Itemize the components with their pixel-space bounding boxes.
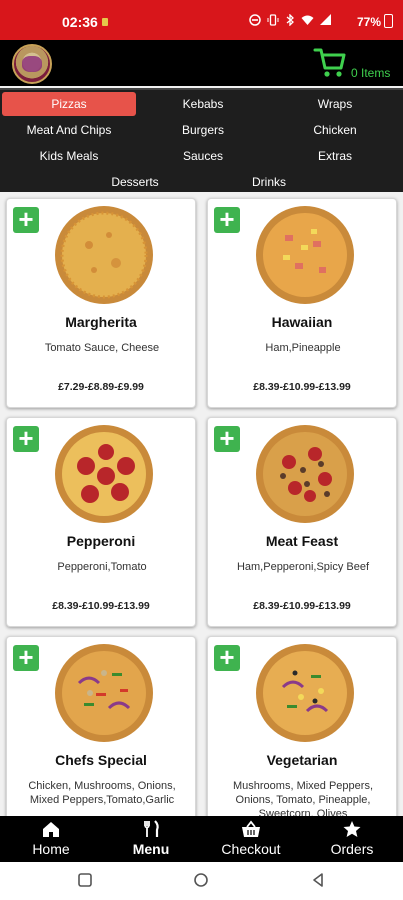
pizza-image-chefs-special xyxy=(55,644,153,742)
pizza-image-margherita xyxy=(55,206,153,304)
back-icon[interactable] xyxy=(310,872,326,888)
product-card-margherita[interactable]: + Margherita Tomato Sauce, Cheese £7.29-… xyxy=(6,198,196,408)
nav-checkout[interactable]: Checkout xyxy=(210,816,292,862)
product-card-vegetarian[interactable]: + Vegetarian Mushrooms, Mixed Peppers, O… xyxy=(207,636,397,816)
nav-menu-label: Menu xyxy=(132,841,170,857)
status-time: 02:36 xyxy=(62,14,98,30)
system-nav-bar xyxy=(0,862,403,900)
add-margherita-button[interactable]: + xyxy=(13,206,39,233)
nav-home-label: Home xyxy=(32,841,70,857)
product-price: £8.39-£10.99-£13.99 xyxy=(52,600,150,612)
product-card-meat-feast[interactable]: + Meat Feast Ham,Pepperoni,Spicy Beef £8… xyxy=(207,417,397,627)
product-card-hawaiian[interactable]: + Hawaiian Ham,Pineapple £8.39-£10.99-£1… xyxy=(207,198,397,408)
product-description: Chicken, Mushrooms, Onions, Mixed Pepper… xyxy=(28,780,176,806)
product-name: Hawaiian xyxy=(271,314,333,330)
battery-icon xyxy=(384,14,393,28)
category-burgers[interactable]: Burgers xyxy=(136,118,270,142)
bottom-nav: Home Menu Checkout Orders xyxy=(0,816,403,862)
product-card-chefs-special[interactable]: + Chefs Special Chicken, Mushrooms, Onio… xyxy=(6,636,196,816)
product-card-pepperoni[interactable]: + Pepperoni Pepperoni,Tomato £8.39-£10.9… xyxy=(6,417,196,627)
category-sauces[interactable]: Sauces xyxy=(136,144,270,168)
product-grid: + Margherita Tomato Sauce, Cheese £7.29-… xyxy=(0,192,403,816)
wifi-icon xyxy=(301,15,314,25)
pizza-image-pepperoni xyxy=(55,425,153,523)
nav-checkout-label: Checkout xyxy=(221,841,281,857)
status-bar: 02:36 77% xyxy=(0,0,403,40)
add-meat-feast-button[interactable]: + xyxy=(214,425,240,452)
star-icon xyxy=(343,821,361,837)
pizza-image-meat-feast xyxy=(256,425,354,523)
product-price: £8.39-£10.99-£13.99 xyxy=(253,600,351,612)
product-description: Ham,Pineapple xyxy=(265,342,341,354)
signal-icon xyxy=(320,14,331,25)
app-header: 0 Items xyxy=(0,40,403,86)
product-description: Mushrooms, Mixed Peppers, Onions, Tomato… xyxy=(233,780,373,816)
battery-percent: 77% xyxy=(356,15,381,29)
category-desserts[interactable]: Desserts xyxy=(68,170,202,194)
category-kebabs[interactable]: Kebabs xyxy=(136,92,270,116)
category-menu: Pizzas Kebabs Wraps Meat And Chips Burge… xyxy=(0,88,403,192)
cart-count[interactable]: 0 Items xyxy=(351,66,390,80)
add-hawaiian-button[interactable]: + xyxy=(214,206,240,233)
cart-icon[interactable] xyxy=(313,44,347,80)
category-pizzas[interactable]: Pizzas xyxy=(2,92,136,116)
status-icons xyxy=(249,14,331,26)
add-chefs-special-button[interactable]: + xyxy=(13,644,39,671)
product-description: Ham,Pepperoni,Spicy Beef xyxy=(236,561,370,573)
nav-home[interactable]: Home xyxy=(10,816,92,862)
home-icon xyxy=(43,822,59,837)
product-price: £7.29-£8.89-£9.99 xyxy=(58,381,144,393)
pizza-image-vegetarian xyxy=(256,644,354,742)
vibrate-icon xyxy=(267,14,279,26)
restaurant-logo[interactable] xyxy=(12,44,52,84)
category-meat-and-chips[interactable]: Meat And Chips xyxy=(2,118,136,142)
product-name: Chefs Special xyxy=(55,752,147,768)
category-drinks[interactable]: Drinks xyxy=(202,170,336,194)
home-button-icon[interactable] xyxy=(193,872,209,888)
notification-icon xyxy=(102,18,108,26)
basket-icon xyxy=(242,820,260,837)
dnd-icon xyxy=(249,14,261,26)
category-extras[interactable]: Extras xyxy=(268,144,402,168)
product-name: Meat Feast xyxy=(265,533,339,549)
product-description: Pepperoni,Tomato xyxy=(57,561,147,573)
product-name: Margherita xyxy=(65,314,137,330)
category-chicken[interactable]: Chicken xyxy=(268,118,402,142)
cutlery-icon xyxy=(144,820,159,837)
product-name: Vegetarian xyxy=(266,752,338,768)
nav-orders-label: Orders xyxy=(330,841,374,857)
category-kids-meals[interactable]: Kids Meals xyxy=(2,144,136,168)
product-name: Pepperoni xyxy=(66,533,136,549)
category-wraps[interactable]: Wraps xyxy=(268,92,402,116)
nav-orders[interactable]: Orders xyxy=(311,816,393,862)
recents-icon[interactable] xyxy=(77,872,93,888)
pizza-image-hawaiian xyxy=(256,206,354,304)
bluetooth-icon xyxy=(286,14,294,26)
nav-menu[interactable]: Menu xyxy=(110,816,192,862)
product-price: £8.39-£10.99-£13.99 xyxy=(253,381,351,393)
add-pepperoni-button[interactable]: + xyxy=(13,425,39,452)
add-vegetarian-button[interactable]: + xyxy=(214,644,240,671)
product-description: Tomato Sauce, Cheese xyxy=(44,342,160,354)
